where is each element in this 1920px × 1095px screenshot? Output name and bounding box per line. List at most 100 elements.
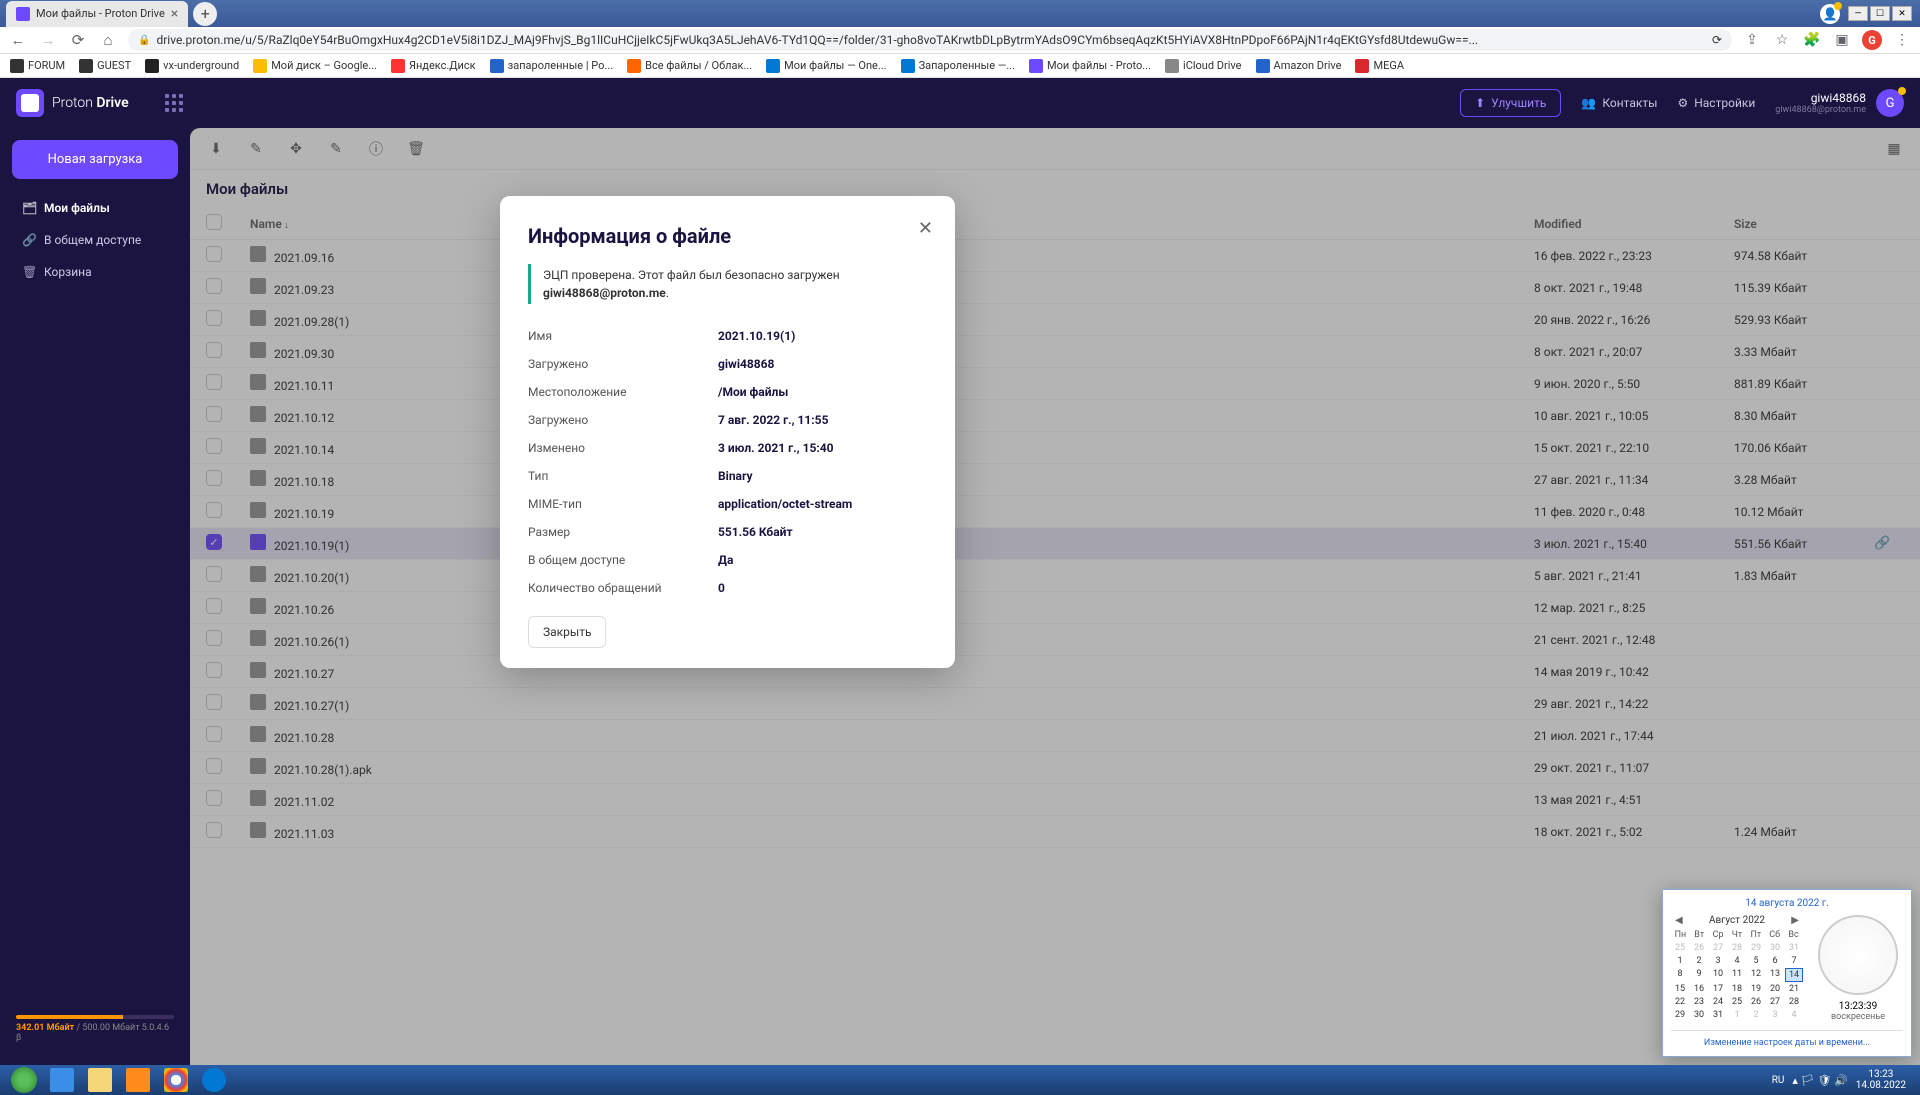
- table-row[interactable]: 2021.09.308 окт. 2021 г., 20:073.33 Мбай…: [190, 336, 1920, 368]
- tray-clock[interactable]: 13:23 14.08.2022: [1856, 1069, 1906, 1091]
- minimize-button[interactable]: —: [1848, 6, 1868, 21]
- sidebar-item[interactable]: 🗑Корзина: [12, 257, 178, 287]
- calendar-day[interactable]: 6: [1766, 955, 1784, 967]
- row-checkbox[interactable]: [206, 566, 222, 582]
- calendar-day[interactable]: 21: [1785, 983, 1803, 995]
- taskbar-media-icon[interactable]: [120, 1067, 156, 1093]
- table-row[interactable]: 2021.09.1616 фев. 2022 г., 23:23974.58 К…: [190, 240, 1920, 272]
- table-row[interactable]: 2021.10.119 июн. 2020 г., 5:50881.89 Кба…: [190, 368, 1920, 400]
- taskbar-edge-icon[interactable]: [196, 1067, 232, 1093]
- share-icon[interactable]: ⇪: [1742, 32, 1762, 48]
- menu-icon[interactable]: ⋮: [1892, 32, 1912, 48]
- profile-button[interactable]: G: [1862, 30, 1882, 50]
- calendar-day[interactable]: 4: [1728, 955, 1746, 967]
- calendar-day[interactable]: 17: [1709, 983, 1727, 995]
- bookmark-item[interactable]: Мои файлы — One...: [766, 59, 886, 73]
- bookmark-item[interactable]: Мой диск – Google...: [253, 59, 377, 73]
- calendar-day[interactable]: 20: [1766, 983, 1784, 995]
- row-checkbox[interactable]: [206, 790, 222, 806]
- row-checkbox[interactable]: [206, 502, 222, 518]
- user-menu[interactable]: giwi48868 giwi48868@proton.me G: [1775, 89, 1904, 117]
- row-checkbox[interactable]: [206, 662, 222, 678]
- contacts-link[interactable]: 👥 Контакты: [1581, 96, 1657, 110]
- side-panel-icon[interactable]: ▣: [1832, 32, 1852, 48]
- calendar-day[interactable]: 3: [1766, 1009, 1784, 1021]
- download-icon[interactable]: ⬇: [206, 141, 226, 157]
- close-button[interactable]: ✕: [1892, 6, 1912, 21]
- bookmark-item[interactable]: FORUM: [10, 59, 65, 73]
- bookmark-item[interactable]: Все файлы / Облак...: [627, 59, 752, 73]
- logo[interactable]: Proton Drive: [16, 89, 129, 117]
- bookmark-item[interactable]: iCloud Drive: [1165, 59, 1242, 73]
- table-row[interactable]: 2021.10.2821 июл. 2021 г., 17:44: [190, 720, 1920, 752]
- table-row[interactable]: 2021.10.1827 авг. 2021 г., 11:343.28 Мба…: [190, 464, 1920, 496]
- bookmark-star-icon[interactable]: ☆: [1772, 32, 1792, 48]
- upgrade-button[interactable]: ⬆ Улучшить: [1460, 89, 1561, 117]
- calendar-day[interactable]: 12: [1747, 968, 1765, 982]
- calendar-day[interactable]: 27: [1766, 996, 1784, 1008]
- shared-link-icon[interactable]: 🔗: [1874, 536, 1890, 551]
- calendar-day[interactable]: 31: [1709, 1009, 1727, 1021]
- calendar-day[interactable]: 30: [1690, 1009, 1708, 1021]
- calendar-day[interactable]: 24: [1709, 996, 1727, 1008]
- calendar-day[interactable]: 27: [1709, 942, 1727, 954]
- table-row[interactable]: 2021.10.1210 авг. 2021 г., 10:058.30 Мба…: [190, 400, 1920, 432]
- calendar-day[interactable]: 14: [1785, 968, 1803, 982]
- move-icon[interactable]: ✥: [286, 141, 306, 157]
- table-row[interactable]: 2021.10.1415 окт. 2021 г., 22:10170.06 К…: [190, 432, 1920, 464]
- table-row[interactable]: 2021.10.19(1)3 июл. 2021 г., 15:40551.56…: [190, 528, 1920, 560]
- calendar-day[interactable]: 31: [1785, 942, 1803, 954]
- settings-link[interactable]: ⚙ Настройки: [1677, 96, 1755, 110]
- calendar-day[interactable]: 1: [1671, 955, 1689, 967]
- next-month-icon[interactable]: ▶: [1787, 915, 1803, 926]
- calendar-day[interactable]: 26: [1690, 942, 1708, 954]
- date-settings-link[interactable]: Изменение настроек даты и времени...: [1704, 1038, 1870, 1048]
- bookmark-item[interactable]: Amazon Drive: [1256, 59, 1342, 73]
- table-row[interactable]: 2021.10.1911 фев. 2020 г., 0:4810.12 Мба…: [190, 496, 1920, 528]
- row-checkbox[interactable]: [206, 726, 222, 742]
- calendar-day[interactable]: 9: [1690, 968, 1708, 982]
- table-row[interactable]: 2021.09.238 окт. 2021 г., 19:48115.39 Кб…: [190, 272, 1920, 304]
- calendar-day[interactable]: 22: [1671, 996, 1689, 1008]
- info-icon[interactable]: ⓘ: [366, 139, 386, 159]
- calendar-day[interactable]: 2: [1690, 955, 1708, 967]
- browser-tab[interactable]: Мои файлы - Proton Drive ×: [6, 1, 188, 27]
- delete-icon[interactable]: 🗑: [406, 141, 426, 157]
- table-row[interactable]: 2021.10.2714 мая 2019 г., 10:42: [190, 656, 1920, 688]
- extensions-icon[interactable]: 🧩: [1802, 32, 1822, 48]
- calendar-day[interactable]: 25: [1728, 996, 1746, 1008]
- row-checkbox[interactable]: [206, 406, 222, 422]
- row-checkbox[interactable]: [206, 694, 222, 710]
- calendar-day[interactable]: 2: [1747, 1009, 1765, 1021]
- apps-grid-icon[interactable]: [165, 94, 183, 112]
- reload-icon[interactable]: ⟳: [68, 31, 88, 49]
- row-checkbox[interactable]: [206, 278, 222, 294]
- tab-close-icon[interactable]: ×: [171, 6, 178, 22]
- rename-icon[interactable]: ✎: [326, 141, 346, 157]
- sync-icon[interactable]: ⟳: [1712, 33, 1722, 47]
- tray-lang[interactable]: RU: [1772, 1075, 1785, 1086]
- row-checkbox[interactable]: [206, 822, 222, 838]
- calendar-day[interactable]: 19: [1747, 983, 1765, 995]
- bookmark-item[interactable]: vx-underground: [145, 59, 239, 73]
- calendar-day[interactable]: 28: [1728, 942, 1746, 954]
- row-checkbox[interactable]: [206, 374, 222, 390]
- new-upload-button[interactable]: Новая загрузка: [12, 140, 178, 179]
- calendar-day[interactable]: 26: [1747, 996, 1765, 1008]
- row-checkbox[interactable]: [206, 342, 222, 358]
- prev-month-icon[interactable]: ◀: [1671, 915, 1687, 926]
- row-checkbox[interactable]: [206, 470, 222, 486]
- calendar-day[interactable]: 29: [1671, 1009, 1689, 1021]
- table-row[interactable]: 2021.11.0318 окт. 2021 г., 5:021.24 Мбай…: [190, 816, 1920, 848]
- calendar-grid[interactable]: ◀ Август 2022 ▶ ПнВтСрЧтПтСбВс 252627282…: [1671, 915, 1803, 1022]
- taskbar-explorer-icon[interactable]: [82, 1067, 118, 1093]
- bookmark-item[interactable]: GUEST: [79, 59, 131, 73]
- table-row[interactable]: 2021.10.2612 мар. 2021 г., 8:25: [190, 592, 1920, 624]
- table-row[interactable]: 2021.10.27(1)29 авг. 2021 г., 14:22: [190, 688, 1920, 720]
- share-link-icon[interactable]: ✎: [246, 141, 266, 157]
- bookmark-item[interactable]: Запароленные —...: [901, 59, 1015, 73]
- calendar-day[interactable]: 1: [1728, 1009, 1746, 1021]
- profile-avatar[interactable]: 👤: [1820, 4, 1840, 24]
- calendar-day[interactable]: 8: [1671, 968, 1689, 982]
- calendar-day[interactable]: 4: [1785, 1009, 1803, 1021]
